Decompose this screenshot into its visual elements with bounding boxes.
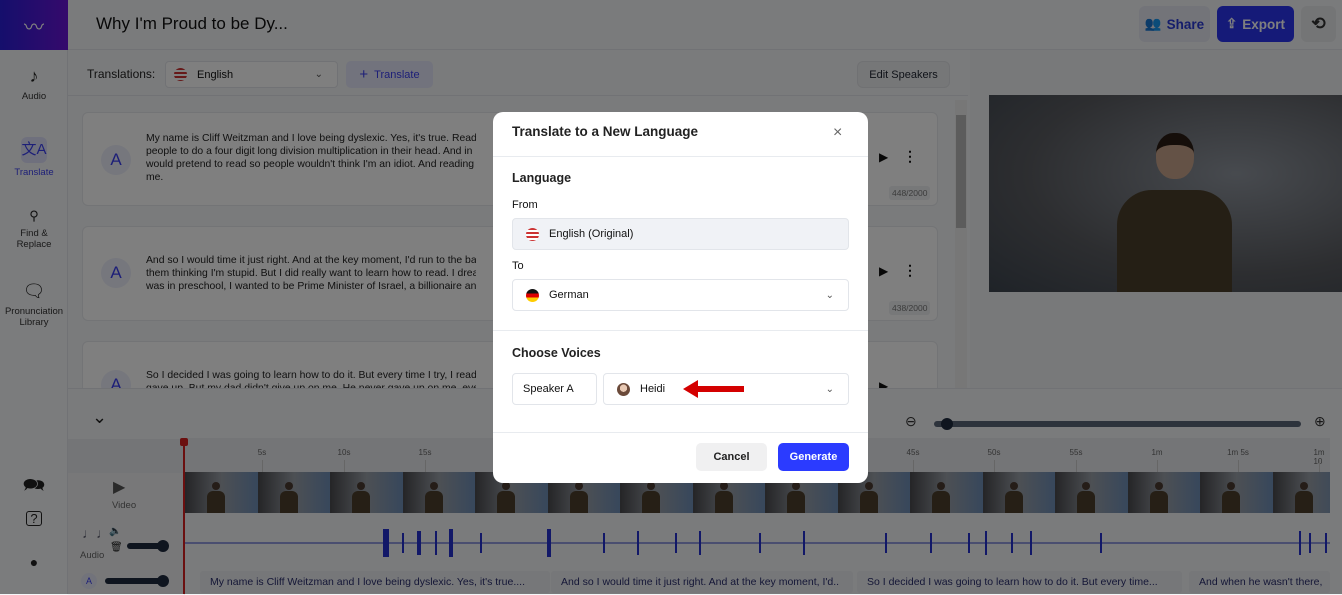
us-flag-icon (526, 227, 539, 241)
speaker-field: Speaker A (512, 373, 597, 405)
german-flag-icon (526, 288, 539, 302)
language-heading: Language (512, 171, 572, 185)
generate-button[interactable]: Generate (778, 443, 849, 471)
translate-dialog: Translate to a New Language × Language F… (493, 112, 868, 483)
cancel-button[interactable]: Cancel (696, 443, 767, 471)
chevron-down-icon: ⌄ (825, 383, 834, 395)
voice-avatar (617, 382, 630, 396)
chevron-down-icon: ⌄ (825, 289, 834, 301)
close-icon[interactable]: × (833, 124, 842, 142)
annotation-arrow (683, 380, 744, 398)
from-label: From (512, 199, 538, 211)
to-label: To (512, 260, 524, 272)
dialog-title: Translate to a New Language (512, 124, 699, 139)
choose-voices-heading: Choose Voices (512, 346, 601, 360)
to-language-select[interactable]: German ⌄ (512, 279, 849, 311)
from-language-field: English (Original) (512, 218, 849, 250)
